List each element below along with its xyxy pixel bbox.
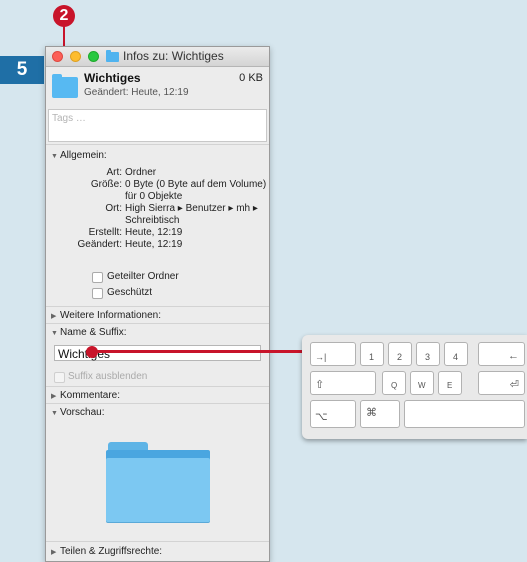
divider	[46, 541, 269, 542]
window-title: Infos zu: Wichtiges	[123, 49, 224, 63]
key-e: E	[438, 371, 462, 395]
disclosure-open-icon: ▼	[51, 410, 58, 417]
folder-preview-icon	[106, 440, 210, 522]
key-2: 2	[388, 342, 412, 366]
space-key	[404, 400, 525, 428]
item-name: Wichtiges	[84, 71, 141, 85]
folder-icon	[52, 74, 78, 98]
tags-placeholder: Tags …	[52, 113, 86, 124]
step-number-badge: 5	[0, 56, 44, 84]
minimize-button[interactable]	[70, 51, 81, 62]
backspace-key: ←	[478, 342, 525, 366]
divider	[46, 144, 269, 145]
section-comments[interactable]: ▶ Kommentare:	[51, 390, 120, 401]
section-preview[interactable]: ▼ Vorschau:	[51, 407, 104, 418]
option-key: ⌥	[310, 400, 356, 428]
info-row: Schreibtisch	[125, 215, 180, 226]
callout-connector-line	[96, 350, 312, 353]
item-modified: Geändert: Heute, 12:19	[84, 87, 189, 98]
hide-suffix-checkbox[interactable]	[54, 372, 65, 383]
info-row: Ort: High Sierra ▸ Benutzer ▸ mh ▸	[105, 203, 258, 214]
info-window: Infos zu: Wichtiges Wichtiges 0 KB Geänd…	[45, 46, 270, 562]
disclosure-closed-icon: ▶	[51, 393, 57, 400]
folder-icon	[106, 50, 119, 62]
key-q: Q	[382, 371, 406, 395]
command-key: ⌘	[360, 400, 400, 428]
key-4: 4	[444, 342, 468, 366]
shift-key: ⇧	[310, 371, 376, 395]
section-sharing[interactable]: ▶ Teilen & Zugriffsrechte:	[51, 546, 162, 557]
callout-dot	[86, 346, 98, 358]
disclosure-closed-icon: ▶	[51, 549, 57, 556]
locked-label: Geschützt	[107, 287, 153, 298]
close-button[interactable]	[52, 51, 63, 62]
info-row: Größe: 0 Byte (0 Byte auf dem Volume)	[90, 179, 267, 190]
disclosure-closed-icon: ▶	[51, 313, 57, 320]
divider	[46, 403, 269, 404]
title-bar: Infos zu: Wichtiges	[46, 47, 269, 67]
name-input[interactable]: Wichtiges	[54, 345, 261, 361]
section-more-info[interactable]: ▶ Weitere Informationen:	[51, 310, 161, 321]
tags-field[interactable]: Tags …	[48, 109, 267, 142]
key-w: W	[410, 371, 434, 395]
divider	[46, 306, 269, 307]
info-row: Geändert: Heute, 12:19	[77, 239, 183, 250]
section-name-suffix[interactable]: ▼ Name & Suffix:	[51, 327, 127, 338]
callout-number-marker: 2	[53, 5, 75, 27]
disclosure-open-icon: ▼	[51, 153, 58, 160]
info-row: Erstellt: Heute, 12:19	[88, 227, 183, 238]
info-row: Art: Ordner	[106, 167, 157, 178]
key-3: 3	[416, 342, 440, 366]
tab-key: →|	[310, 342, 356, 366]
key-1: 1	[360, 342, 384, 366]
return-key: ⏎	[478, 371, 525, 395]
hide-suffix-label: Suffix ausblenden	[68, 371, 148, 382]
info-row: für 0 Objekte	[125, 191, 183, 202]
item-size: 0 KB	[239, 72, 263, 84]
divider	[46, 386, 269, 387]
zoom-button[interactable]	[88, 51, 99, 62]
keyboard-illustration: →| 1 2 3 4 ← ⇧ Q W E ⏎ ⌥ ⌘	[302, 335, 527, 439]
section-general[interactable]: ▼ Allgemein:	[51, 150, 107, 161]
locked-checkbox[interactable]	[92, 288, 103, 299]
shared-folder-checkbox[interactable]	[92, 272, 103, 283]
disclosure-open-icon: ▼	[51, 330, 58, 337]
shared-folder-label: Geteilter Ordner	[107, 271, 179, 282]
divider	[46, 323, 269, 324]
